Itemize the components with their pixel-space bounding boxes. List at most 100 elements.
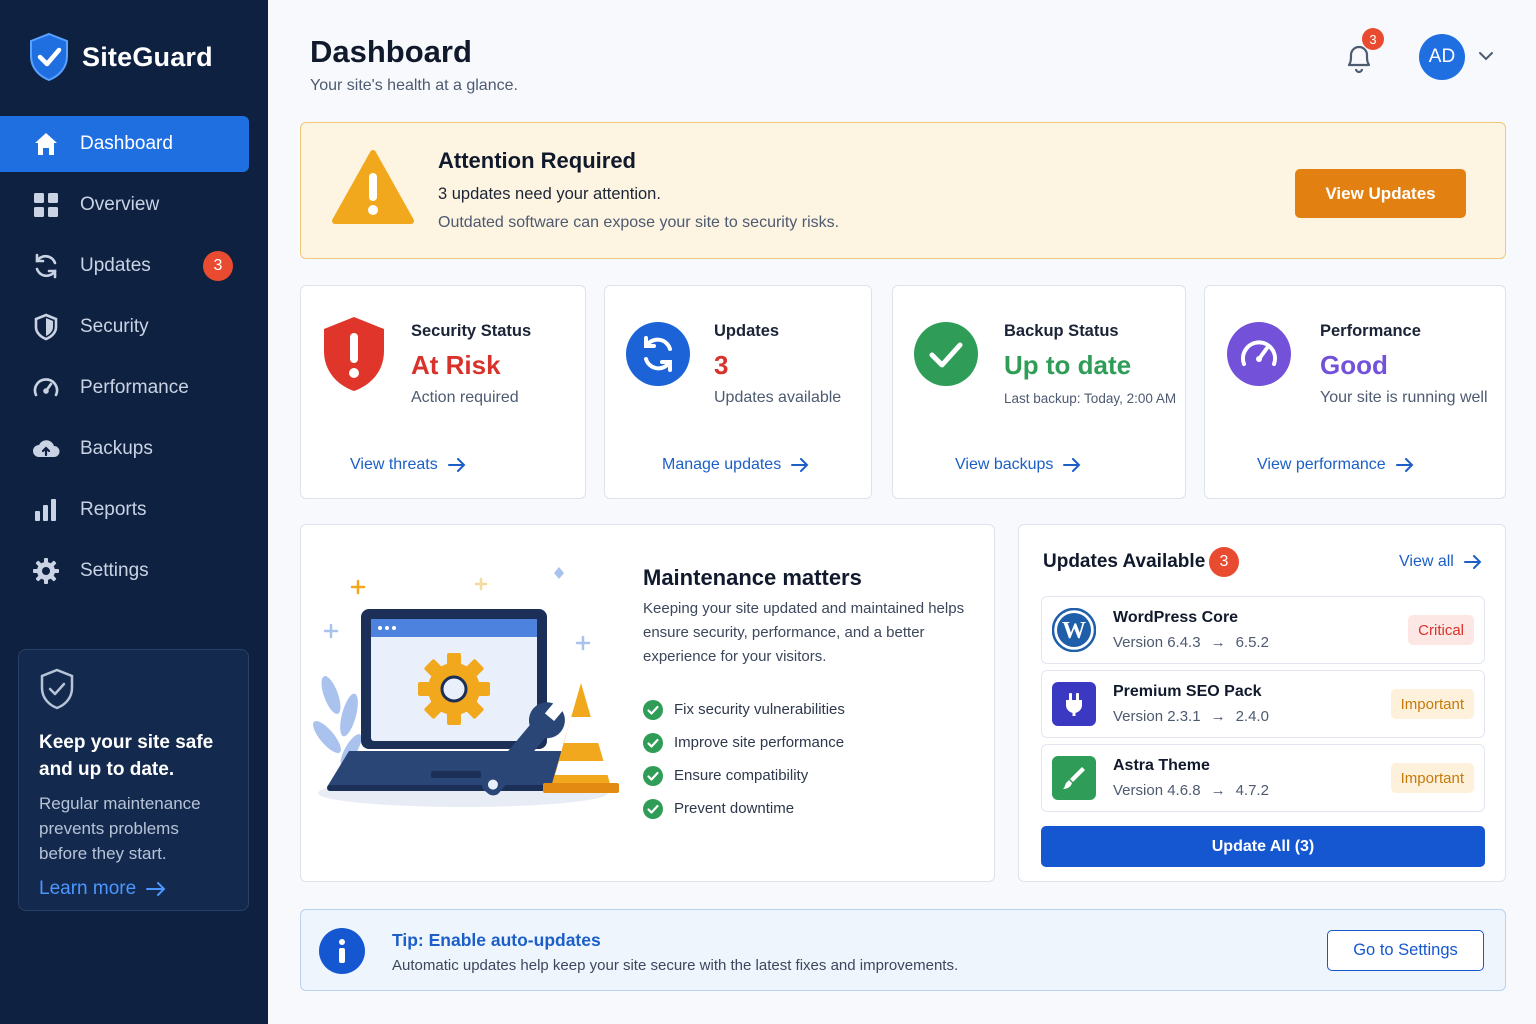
sidebar-item-overview[interactable]: Overview: [0, 177, 268, 233]
list-item: Prevent downtime: [643, 792, 845, 825]
alert-detail: Outdated software can expose your site t…: [438, 214, 840, 231]
benefit-text: Improve site performance: [674, 734, 845, 751]
view-performance-link[interactable]: View performance: [1257, 456, 1414, 474]
view-threats-link[interactable]: View threats: [350, 456, 466, 474]
stat-value: Up to date: [1004, 350, 1132, 380]
cloud-icon: [32, 435, 60, 463]
link-label: Manage updates: [662, 456, 782, 473]
chevron-down-icon[interactable]: [1477, 47, 1495, 65]
go-to-settings-button[interactable]: Go to Settings: [1327, 930, 1484, 971]
stat-subtext: Last backup: Today, 2:00 AM: [1004, 391, 1177, 406]
update-row-wordpress-core[interactable]: W WordPress Core Version 6.4.3 → 6.5.2 C…: [1041, 596, 1485, 664]
new-version: 2.4.0: [1235, 708, 1269, 725]
manage-updates-link[interactable]: Manage updates: [662, 456, 809, 474]
new-version: 4.7.2: [1235, 782, 1269, 799]
arrow-right-icon: →: [1210, 634, 1226, 651]
refresh-icon: [32, 252, 60, 280]
backup-status-card: Backup Status Up to date Last backup: To…: [892, 285, 1186, 499]
sidebar-item-updates[interactable]: Updates 3: [0, 238, 268, 294]
plugin-name: WordPress Core: [1113, 609, 1239, 626]
svg-text:W: W: [1062, 618, 1086, 644]
learn-more-label: Learn more: [39, 878, 137, 899]
brand[interactable]: SiteGuard: [28, 32, 213, 82]
update-row-astra-theme[interactable]: Astra Theme Version 4.6.8 → 4.7.2 Import…: [1041, 744, 1485, 812]
security-status-card: Security Status At Risk Action required …: [300, 285, 586, 499]
tip-banner: Tip: Enable auto-updates Automatic updat…: [300, 909, 1506, 991]
shield-alert-icon: [321, 317, 387, 391]
sidebar-item-backups[interactable]: Backups: [0, 421, 268, 477]
updates-count-badge: 3: [203, 251, 233, 281]
benefit-text: Fix security vulnerabilities: [674, 701, 845, 718]
stat-label: Security Status: [411, 322, 532, 340]
sidebar-item-reports[interactable]: Reports: [0, 482, 268, 538]
update-row-premium-seo-pack[interactable]: Premium SEO Pack Version 2.3.1 → 2.4.0 I…: [1041, 670, 1485, 738]
stat-value: Good: [1320, 350, 1388, 380]
brand-name: SiteGuard: [82, 41, 213, 72]
update-all-button[interactable]: Update All (3): [1041, 826, 1485, 867]
sidebar-item-performance[interactable]: Performance: [0, 360, 268, 416]
tip-text: Automatic updates help keep your site se…: [392, 957, 959, 974]
updates-status-card: Updates 3 Updates available Manage updat…: [604, 285, 872, 499]
sidebar-item-security[interactable]: Security: [0, 299, 268, 355]
arrow-right-icon: [447, 458, 466, 472]
view-all-label: View all: [1399, 553, 1454, 570]
laptop-maintenance-illustration: [313, 567, 619, 807]
plugin-version: Version 6.4.3 → 6.5.2: [1113, 634, 1269, 651]
gauge-circle-icon: [1226, 318, 1292, 390]
arrow-right-icon: [1395, 458, 1414, 472]
maintenance-promo-card: Keep your site safe and up to date. Regu…: [18, 649, 249, 911]
list-item: Ensure compatibility: [643, 759, 845, 792]
promo-text: Regular maintenance prevents problems be…: [39, 794, 201, 863]
promo-title: Keep your site safe and up to date.: [39, 732, 214, 780]
performance-status-card: Performance Good Your site is running we…: [1204, 285, 1506, 499]
updates-panel-title: Updates Available: [1043, 551, 1206, 572]
view-backups-link[interactable]: View backups: [955, 456, 1081, 474]
check-circle-icon: [643, 732, 663, 753]
arrow-right-icon: →: [1210, 708, 1226, 725]
sidebar-item-label: Backups: [80, 438, 153, 459]
current-version: Version 2.3.1: [1113, 708, 1201, 725]
sidebar-nav: Dashboard Overview Updates 3 Security Pe…: [0, 116, 268, 604]
sidebar-item-settings[interactable]: Settings: [0, 543, 268, 599]
stat-subtext: Action required: [411, 389, 519, 406]
link-label: View performance: [1257, 456, 1386, 473]
notification-count-badge: 3: [1362, 28, 1384, 50]
stat-label: Backup Status: [1004, 322, 1119, 340]
stat-label: Updates: [714, 322, 780, 340]
view-updates-button[interactable]: View Updates: [1295, 169, 1466, 218]
grid-icon: [32, 191, 60, 219]
home-icon: [32, 130, 60, 158]
arrow-right-icon: [1463, 555, 1482, 569]
sidebar: SiteGuard Dashboard Overview Updates 3 S…: [0, 0, 268, 1024]
link-label: View backups: [955, 456, 1054, 473]
arrow-right-icon: [146, 882, 166, 896]
maintenance-title: Maintenance matters: [643, 565, 862, 590]
plugin-version: Version 4.6.8 → 4.7.2: [1113, 782, 1269, 799]
sidebar-item-dashboard[interactable]: Dashboard: [0, 116, 249, 172]
arrow-right-icon: [1063, 458, 1081, 472]
link-label: View threats: [350, 456, 438, 473]
maintenance-card: Maintenance matters Keeping your site up…: [300, 524, 995, 882]
attention-alert: Attention Required 3 updates need your a…: [300, 122, 1506, 259]
maintenance-text: Keeping your site updated and maintained…: [643, 600, 965, 665]
plugin-name: Astra Theme: [1113, 757, 1210, 774]
learn-more-link[interactable]: Learn more: [39, 878, 228, 900]
sidebar-item-label: Dashboard: [80, 133, 173, 154]
warning-icon: [332, 150, 414, 224]
bar-chart-icon: [32, 496, 60, 524]
current-version: Version 6.4.3: [1113, 634, 1201, 651]
check-circle-icon: [913, 318, 979, 390]
sidebar-item-label: Settings: [80, 560, 149, 581]
check-circle-icon: [643, 798, 663, 819]
gear-icon: [32, 557, 60, 585]
plugin-name: Premium SEO Pack: [1113, 683, 1262, 700]
stat-subtext: Your site is running well: [1320, 389, 1488, 406]
view-all-link[interactable]: View all: [1399, 553, 1482, 571]
gauge-icon: [32, 374, 60, 402]
shield-icon: [32, 313, 60, 341]
check-circle-icon: [643, 699, 663, 720]
sidebar-item-label: Security: [80, 316, 149, 337]
shield-check-icon: [40, 668, 74, 710]
page-title: Dashboard: [310, 34, 472, 69]
avatar[interactable]: AD: [1419, 34, 1465, 80]
